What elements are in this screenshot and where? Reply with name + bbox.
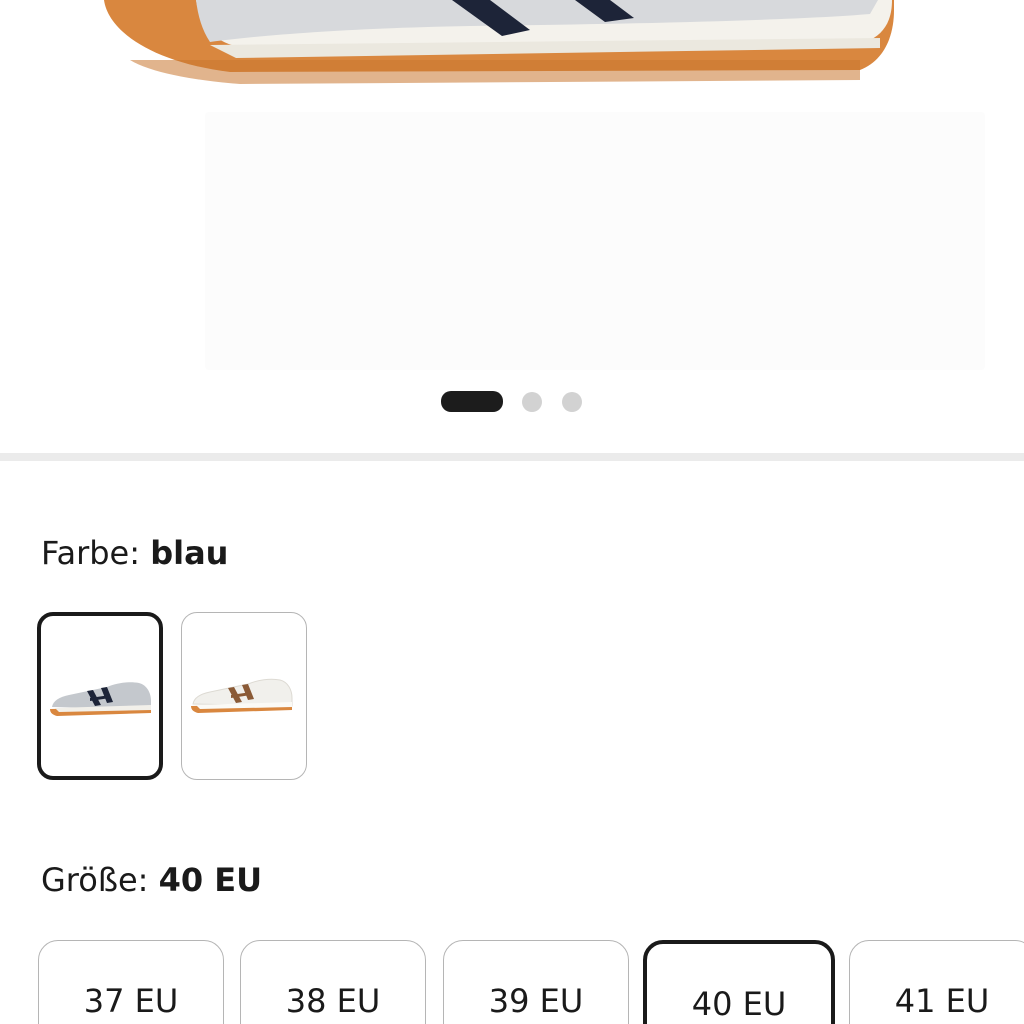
size-option-38[interactable]: 38 EU bbox=[240, 940, 426, 1024]
sneaker-grey-thumbnail bbox=[50, 682, 151, 716]
product-image-gallery[interactable] bbox=[0, 0, 1024, 440]
sneaker-white-thumbnail bbox=[191, 678, 293, 713]
carousel-dot-2[interactable] bbox=[522, 392, 542, 412]
color-label-text: Farbe: bbox=[41, 534, 141, 572]
color-label: Farbe: blau bbox=[41, 533, 228, 573]
size-option-41[interactable]: 41 EU bbox=[849, 940, 1024, 1024]
size-option-label: 40 EU bbox=[691, 985, 787, 1023]
size-option-label: 38 EU bbox=[285, 982, 381, 1020]
size-option-label: 39 EU bbox=[488, 982, 584, 1020]
sneaker-image bbox=[104, 0, 894, 84]
size-option-37[interactable]: 37 EU bbox=[38, 940, 224, 1024]
size-selected-value: 40 EU bbox=[158, 861, 263, 899]
product-detail-page: Farbe: blau Größe: 40 EU 37 EU 38 EU 39 … bbox=[0, 0, 1024, 1024]
size-option-40[interactable]: 40 EU bbox=[643, 940, 835, 1024]
carousel-dot-3[interactable] bbox=[562, 392, 582, 412]
carousel-dot-1[interactable] bbox=[441, 391, 503, 412]
size-label: Größe: 40 EU bbox=[41, 860, 262, 900]
color-selected-value: blau bbox=[150, 534, 229, 572]
carousel-indicator bbox=[0, 391, 1024, 412]
size-option-39[interactable]: 39 EU bbox=[443, 940, 629, 1024]
color-swatch-blau[interactable] bbox=[37, 612, 163, 780]
size-option-label: 41 EU bbox=[894, 982, 990, 1020]
color-swatch-weiss[interactable] bbox=[181, 612, 307, 780]
image-background bbox=[205, 112, 985, 370]
size-option-label: 37 EU bbox=[83, 982, 179, 1020]
section-divider bbox=[0, 453, 1024, 461]
size-label-text: Größe: bbox=[41, 861, 149, 899]
